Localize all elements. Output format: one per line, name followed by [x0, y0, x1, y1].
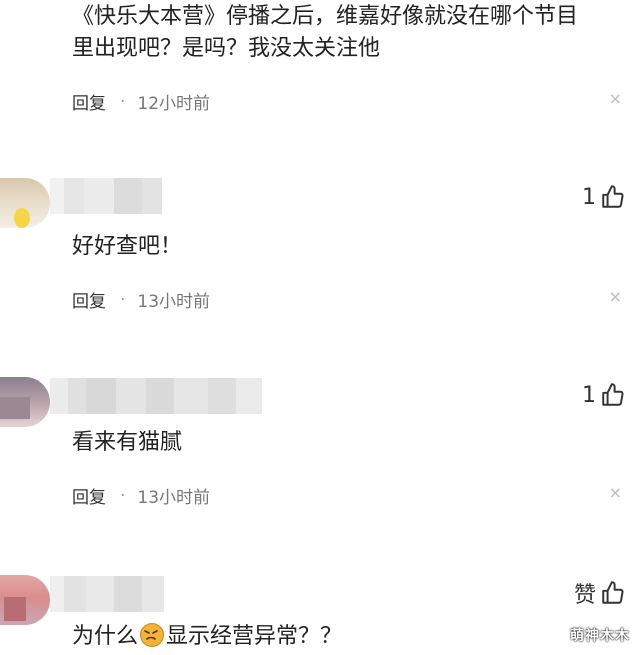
blurred-username	[50, 576, 164, 612]
comment-4-text-after: 显示经营异常？？	[166, 624, 343, 649]
close-icon[interactable]: ×	[609, 287, 622, 306]
close-icon[interactable]: ×	[609, 89, 622, 108]
like-count: 1	[582, 184, 596, 210]
thumbs-up-icon	[602, 185, 624, 208]
comment-1-text-line-1: 《快乐大本营》停播之后，维嘉好像就没在哪个节目	[72, 4, 579, 29]
avatar[interactable]	[0, 377, 50, 427]
comment-4-text: 为什么 显示经营异常？？	[72, 620, 342, 654]
reply-button[interactable]: 回复	[72, 287, 106, 312]
meta-separator: ·	[120, 91, 126, 112]
comment-4-text-before: 为什么	[72, 624, 139, 649]
reply-button[interactable]: 回复	[72, 483, 106, 508]
like-button[interactable]: 赞	[574, 577, 626, 609]
comment-2-text: 好好查吧！	[72, 234, 183, 259]
blurred-username	[50, 178, 162, 214]
thumbs-up-icon	[602, 581, 624, 604]
meta-separator: ·	[120, 289, 126, 310]
timestamp: 13小时前	[137, 292, 211, 312]
comment-3-text: 看来有猫腻	[72, 430, 183, 455]
like-button[interactable]: 1	[582, 184, 626, 210]
comment-1-meta: 回复 · 12小时前	[72, 89, 211, 115]
timestamp: 13小时前	[137, 488, 211, 508]
like-count: 1	[582, 382, 596, 408]
thumbs-up-icon	[602, 383, 624, 406]
watermark: 萌神木木	[570, 628, 630, 644]
blurred-username	[50, 378, 262, 414]
angry-face-icon	[140, 623, 165, 647]
timestamp: 12小时前	[137, 94, 211, 114]
meta-separator: ·	[120, 485, 126, 506]
comment-2-meta: 回复 · 13小时前	[72, 287, 211, 313]
comment-1-text-line-2: 里出现吧？是吗？我没太关注他	[72, 36, 381, 61]
avatar[interactable]	[0, 178, 50, 228]
reply-button[interactable]: 回复	[72, 89, 106, 114]
avatar[interactable]	[0, 575, 50, 625]
like-button[interactable]: 1	[582, 382, 626, 408]
close-icon[interactable]: ×	[609, 483, 622, 502]
comment-3-meta: 回复 · 13小时前	[72, 483, 211, 509]
like-label: 赞	[573, 583, 596, 608]
